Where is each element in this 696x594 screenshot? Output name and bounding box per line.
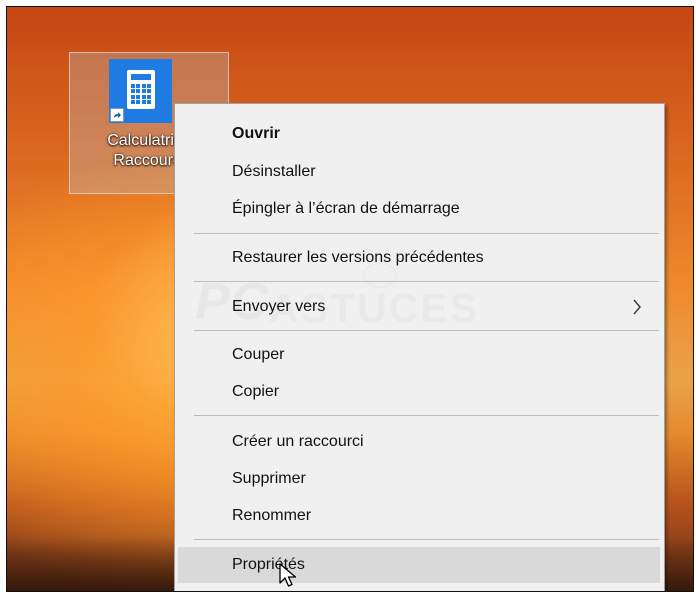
chevron-right-icon (633, 299, 641, 315)
calculator-icon (109, 59, 172, 123)
menu-item-label: Restaurer les versions précédentes (232, 249, 484, 266)
shortcut-arrow-icon (110, 108, 124, 122)
menu-item-envoyer-vers[interactable]: Envoyer vers (178, 291, 660, 323)
menu-separator (194, 415, 659, 416)
calculator-display-shape (131, 74, 151, 80)
menu-separator (194, 233, 659, 234)
menu-item-ouvrir[interactable]: Ouvrir (178, 118, 660, 150)
menu-item-label: Couper (232, 346, 285, 363)
menu-item-desinstaller[interactable]: Désinstaller (178, 156, 660, 188)
menu-item-label: Envoyer vers (232, 298, 326, 315)
calculator-body (127, 70, 155, 109)
mouse-cursor-icon (279, 563, 297, 587)
menu-item-label: Copier (232, 383, 280, 400)
menu-item-supprimer[interactable]: Supprimer (178, 463, 660, 495)
desktop-screen: Calculatrice Raccourci PC ASTUCES Ouvrir… (6, 6, 694, 592)
menu-separator (194, 539, 659, 540)
calculator-keypad-shape (131, 84, 151, 105)
menu-item-copier[interactable]: Copier (178, 376, 660, 408)
menu-separator (194, 281, 659, 282)
menu-item-label: Épingler à l’écran de démarrage (232, 200, 460, 217)
menu-item-label: Créer un raccourci (232, 433, 364, 450)
menu-item-proprietes[interactable]: Propriétés (178, 547, 660, 583)
menu-item-renommer[interactable]: Renommer (178, 500, 660, 532)
menu-item-label: Désinstaller (232, 163, 316, 180)
menu-item-couper[interactable]: Couper (178, 339, 660, 371)
menu-separator (194, 330, 659, 331)
menu-item-label: Supprimer (232, 470, 306, 487)
context-menu: PC ASTUCES Ouvrir Désinstaller Épingler … (174, 103, 665, 591)
menu-item-label: Ouvrir (232, 125, 281, 142)
menu-item-creer-raccourci[interactable]: Créer un raccourci (178, 426, 660, 458)
menu-item-label: Renommer (232, 507, 312, 524)
menu-item-epingler[interactable]: Épingler à l’écran de démarrage (178, 193, 660, 225)
menu-item-restaurer-versions[interactable]: Restaurer les versions précédentes (178, 242, 660, 274)
